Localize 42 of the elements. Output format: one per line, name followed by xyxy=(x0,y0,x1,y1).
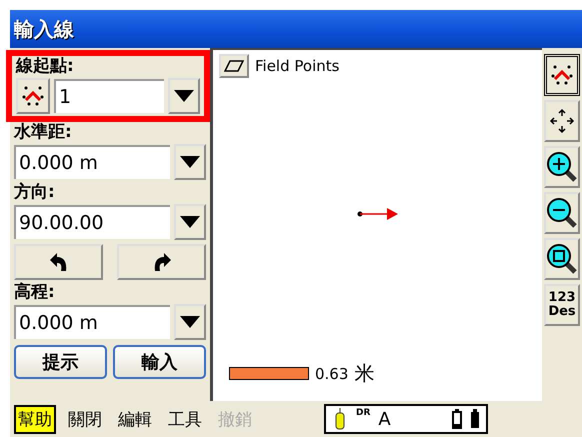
field-label: 方向: xyxy=(14,182,56,202)
dropdown-arrow-icon xyxy=(180,216,200,228)
dropdown-arrow-icon xyxy=(180,156,200,168)
scale-value: 0.63 xyxy=(315,364,348,382)
dropdown-button[interactable] xyxy=(174,204,206,240)
turn-left-button[interactable] xyxy=(14,244,103,280)
dropdown-arrow-icon xyxy=(180,316,200,328)
field-label: 線起點: xyxy=(16,56,74,76)
zoom-out-icon xyxy=(546,197,578,229)
window-title: 輸入線 xyxy=(10,10,582,48)
dropdown-arrow-icon xyxy=(174,90,194,102)
input-field[interactable]: 0.000 m xyxy=(14,145,170,179)
zoom-in-icon xyxy=(546,151,578,183)
point-picker-button[interactable] xyxy=(16,78,50,114)
input-field[interactable]: 1 xyxy=(54,79,164,113)
direction-arrow-icon xyxy=(356,207,398,221)
field-label: 高程: xyxy=(14,282,56,302)
input-field[interactable]: 0.000 m xyxy=(14,305,170,339)
pan-arrows-icon xyxy=(549,108,575,134)
zoom-extent-icon xyxy=(546,243,578,275)
action-button[interactable]: 提示 xyxy=(14,345,107,379)
menu-item[interactable]: 編輯 xyxy=(114,404,156,434)
map-tool-button[interactable] xyxy=(544,54,580,96)
menu-item[interactable]: 工具 xyxy=(164,404,206,434)
input-field[interactable]: 90.00.00 xyxy=(14,205,170,239)
layer-name: Field Points xyxy=(255,57,340,75)
battery-icon xyxy=(470,409,480,429)
mode-indicator: DR xyxy=(356,408,370,418)
status-label: A xyxy=(378,408,391,430)
layer-button[interactable] xyxy=(219,54,249,78)
turn-right-button[interactable] xyxy=(117,244,206,280)
dropdown-button[interactable] xyxy=(174,304,206,340)
menu-item[interactable]: 關閉 xyxy=(64,404,106,434)
action-button[interactable]: 輸入 xyxy=(113,345,206,379)
description-toggle[interactable]: 123 Des xyxy=(544,284,580,326)
dropdown-button[interactable] xyxy=(168,78,200,114)
dropdown-button[interactable] xyxy=(174,144,206,180)
battery-icon xyxy=(452,409,462,429)
scale-unit: 米 xyxy=(354,360,374,387)
menu-item[interactable]: 幫助 xyxy=(14,404,56,434)
parallelogram-icon xyxy=(224,60,244,72)
field-label: 水準距: xyxy=(14,122,73,142)
